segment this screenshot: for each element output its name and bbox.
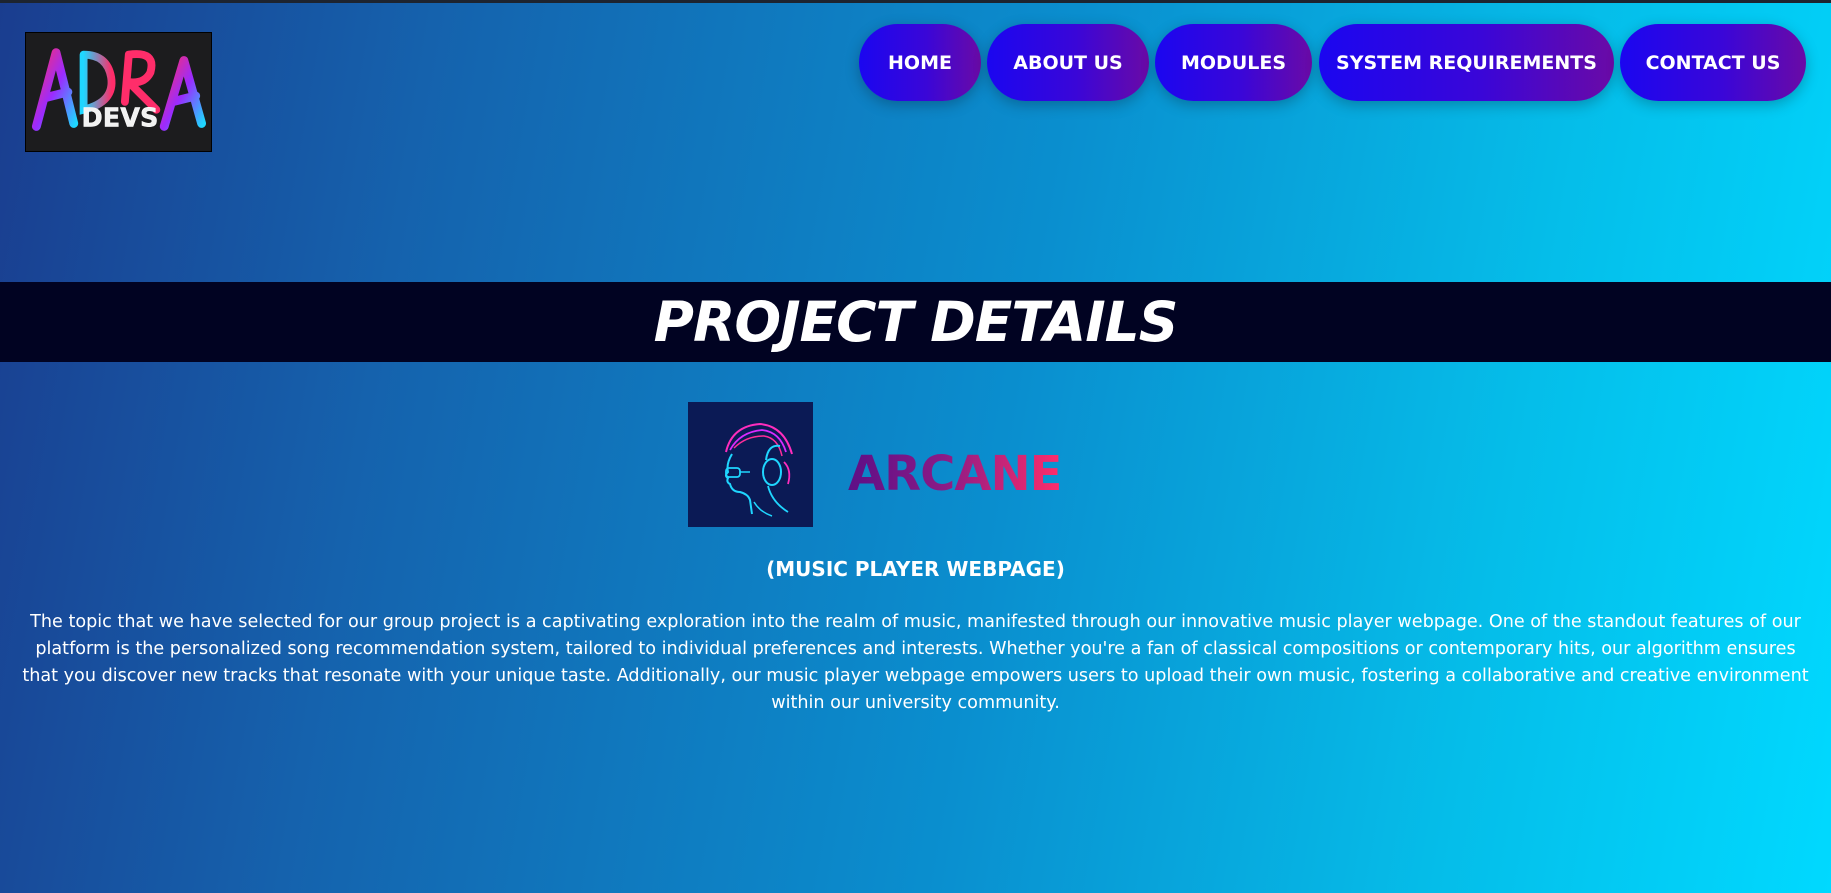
nav-contact-us-button[interactable]: CONTACT US [1620, 24, 1806, 101]
headphones-listener-icon [688, 402, 813, 527]
project-name: ARCANE [848, 446, 1062, 502]
page-title: PROJECT DETAILS [653, 289, 1179, 354]
nav-system-requirements-button[interactable]: SYSTEM REQUIREMENTS [1319, 24, 1614, 101]
main-nav: HOME ABOUT US MODULES SYSTEM REQUIREMENT… [0, 24, 1831, 101]
nav-modules-button[interactable]: MODULES [1155, 24, 1312, 101]
top-border [0, 0, 1831, 3]
nav-about-us-button[interactable]: ABOUT US [987, 24, 1149, 101]
svg-text:DEVS: DEVS [82, 103, 159, 133]
project-description: The topic that we have selected for our … [22, 612, 1809, 713]
nav-home-button[interactable]: HOME [859, 24, 981, 101]
section-banner: PROJECT DETAILS [0, 282, 1831, 362]
project-art-image [688, 402, 813, 527]
project-subtitle: (MUSIC PLAYER WEBPAGE) [766, 557, 1065, 581]
